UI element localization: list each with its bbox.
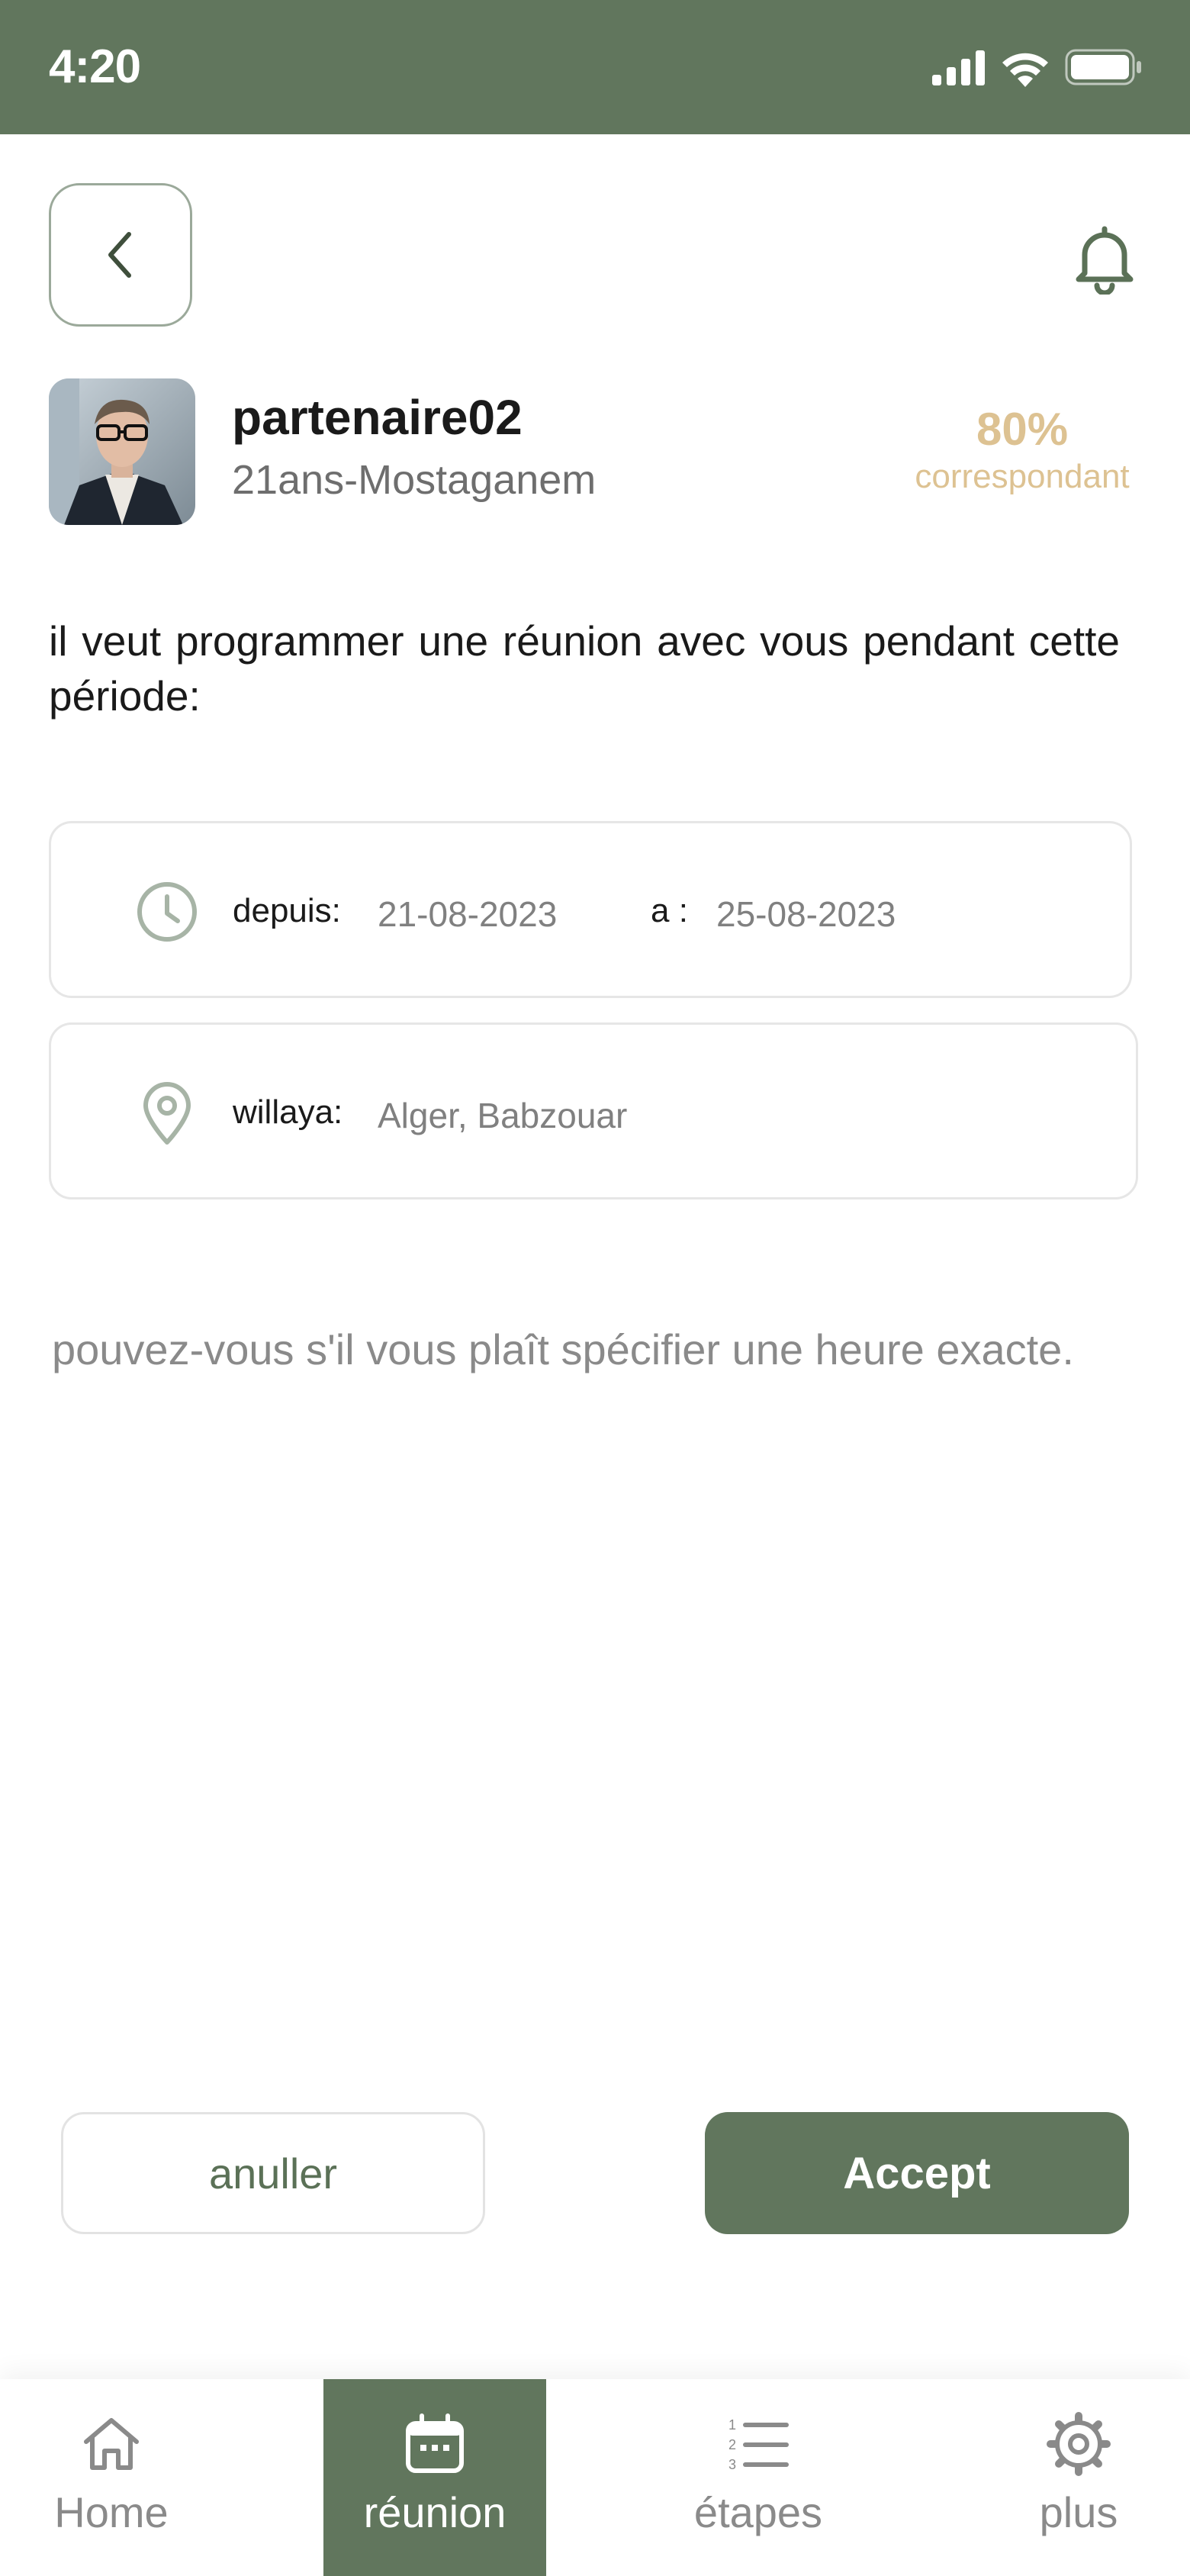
nav-label-reunion: réunion	[363, 2488, 507, 2536]
profile-photo	[49, 378, 195, 525]
to-date: 25-08-2023	[716, 894, 896, 934]
match-label: correspondant	[915, 458, 1130, 495]
username: partenaire02	[232, 390, 523, 445]
status-time: 4:20	[49, 40, 141, 93]
wifi-icon	[1002, 53, 1048, 87]
nav-item-etapes[interactable]: 1 2 3 étapes	[647, 2379, 870, 2576]
accept-button[interactable]: Accept	[705, 2112, 1129, 2234]
location-card: willaya: Alger, Babzouar	[49, 1022, 1138, 1199]
clock-icon	[137, 882, 197, 942]
avatar	[49, 378, 195, 525]
calendar-icon	[406, 2413, 464, 2473]
signal-icon	[932, 50, 985, 85]
nav-item-reunion[interactable]: réunion	[323, 2379, 546, 2576]
svg-text:2: 2	[728, 2437, 736, 2452]
nav-item-plus[interactable]: plus	[967, 2379, 1190, 2576]
meeting-request-message: il veut programmer une réunion avec vous…	[49, 617, 1120, 720]
exact-time-request: pouvez-vous s'il vous plaît spécifier un…	[52, 1325, 1074, 1373]
bell-icon[interactable]	[1068, 221, 1141, 295]
willaya-label: willaya:	[233, 1093, 343, 1131]
svg-text:3: 3	[728, 2457, 736, 2472]
cancel-button[interactable]: anuller	[61, 2112, 485, 2234]
age-location: 21ans-Mostaganem	[232, 457, 597, 503]
numbered-list-icon: 1 2 3	[728, 2417, 789, 2472]
nav-label-etapes: étapes	[693, 2488, 823, 2536]
back-button[interactable]	[49, 183, 192, 327]
from-date: 21-08-2023	[378, 894, 558, 934]
status-bar: 4:20	[0, 0, 1190, 134]
nav-label-home: Home	[54, 2488, 169, 2536]
bottom-nav: Home réunion 1 2 3 étapes plus	[0, 2379, 1190, 2576]
gear-icon	[1047, 2412, 1111, 2476]
location-pin-icon	[143, 1082, 191, 1145]
svg-text:1: 1	[728, 2417, 736, 2433]
home-icon	[84, 2418, 139, 2470]
from-label: depuis:	[233, 892, 341, 929]
to-label: a :	[651, 892, 688, 929]
match-percent: 80%	[976, 404, 1069, 455]
battery-icon	[1065, 49, 1141, 85]
chevron-left-icon	[108, 232, 131, 278]
nav-label-plus: plus	[1039, 2488, 1118, 2536]
willaya-value: Alger, Babzouar	[378, 1096, 628, 1135]
nav-item-home[interactable]: Home	[0, 2379, 223, 2576]
date-range-card: depuis: 21-08-2023 a : 25-08-2023	[49, 821, 1132, 998]
